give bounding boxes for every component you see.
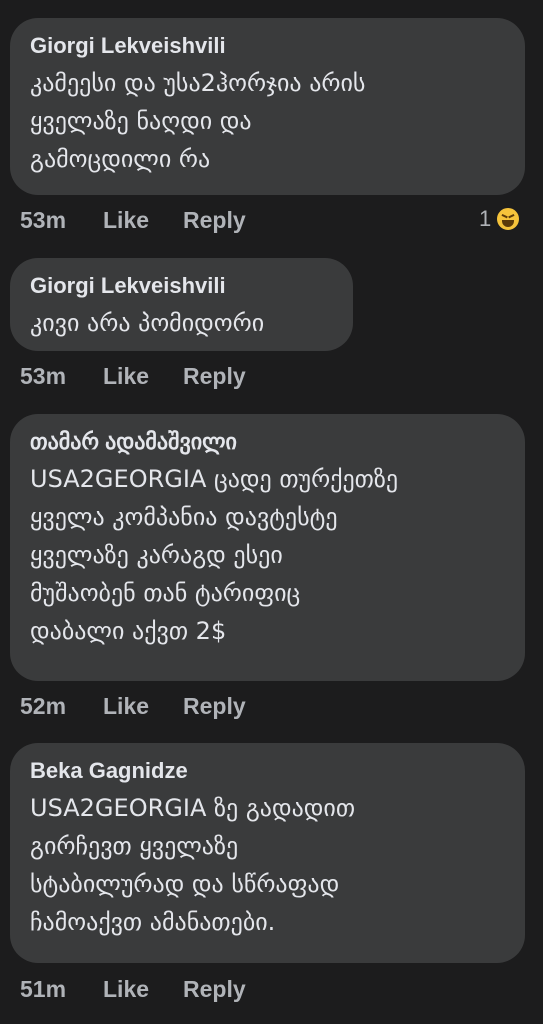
comment: Giorgi Lekveishvili კამეესი და უსა2ჰორჯი… bbox=[10, 18, 525, 195]
comment-bubble[interactable]: თამარ ადამაშვილი USA2GEORGIA ცადე თურქეთ… bbox=[10, 414, 525, 681]
comment-text: კამეესი და უსა2ჰორჯია არის ყველაზე ნაღდი… bbox=[30, 69, 366, 173]
comment-author[interactable]: Giorgi Lekveishvili bbox=[30, 272, 333, 300]
comment-actions: 51m Like Reply bbox=[20, 976, 246, 1003]
comment-text: USA2GEORGIA ცადე თურქეთზე ყველა კომპანია… bbox=[30, 465, 399, 645]
comment-author[interactable]: Beka Gagnidze bbox=[30, 757, 505, 785]
like-button[interactable]: Like bbox=[103, 207, 183, 234]
comment-timestamp[interactable]: 51m bbox=[20, 976, 103, 1003]
comment-bubble[interactable]: Beka Gagnidze USA2GEORGIA ზე გადადით გირ… bbox=[10, 743, 525, 963]
reply-button[interactable]: Reply bbox=[183, 693, 246, 720]
comment: Beka Gagnidze USA2GEORGIA ზე გადადით გირ… bbox=[10, 743, 525, 963]
comment-actions: 53m Like Reply bbox=[20, 207, 246, 234]
reply-button[interactable]: Reply bbox=[183, 363, 246, 390]
reaction-summary[interactable]: 1 bbox=[479, 206, 522, 232]
comment-timestamp[interactable]: 52m bbox=[20, 693, 103, 720]
reply-button[interactable]: Reply bbox=[183, 976, 246, 1003]
reaction-count: 1 bbox=[479, 206, 492, 231]
comments-feed: Giorgi Lekveishvili კამეესი და უსა2ჰორჯი… bbox=[0, 0, 543, 1024]
comment-text: კივი არა პომიდორი bbox=[30, 309, 265, 337]
comment-author[interactable]: თამარ ადამაშვილი bbox=[30, 428, 505, 456]
comment-bubble[interactable]: Giorgi Lekveishvili კივი არა პომიდორი bbox=[10, 258, 353, 351]
reply-button[interactable]: Reply bbox=[183, 207, 246, 234]
comment-author[interactable]: Giorgi Lekveishvili bbox=[30, 32, 505, 60]
comment: თამარ ადამაშვილი USA2GEORGIA ცადე თურქეთ… bbox=[10, 414, 525, 681]
like-button[interactable]: Like bbox=[103, 693, 183, 720]
comment: Giorgi Lekveishvili კივი არა პომიდორი bbox=[10, 258, 353, 351]
comment-timestamp[interactable]: 53m bbox=[20, 207, 103, 234]
comment-actions: 52m Like Reply bbox=[20, 693, 246, 720]
like-button[interactable]: Like bbox=[103, 976, 183, 1003]
comment-timestamp[interactable]: 53m bbox=[20, 363, 103, 390]
comment-text: USA2GEORGIA ზე გადადით გირჩევთ ყველაზე ს… bbox=[30, 794, 356, 936]
comment-bubble[interactable]: Giorgi Lekveishvili კამეესი და უსა2ჰორჯი… bbox=[10, 18, 525, 195]
laughing-emoji-icon bbox=[495, 206, 522, 232]
like-button[interactable]: Like bbox=[103, 363, 183, 390]
comment-actions: 53m Like Reply bbox=[20, 363, 246, 390]
